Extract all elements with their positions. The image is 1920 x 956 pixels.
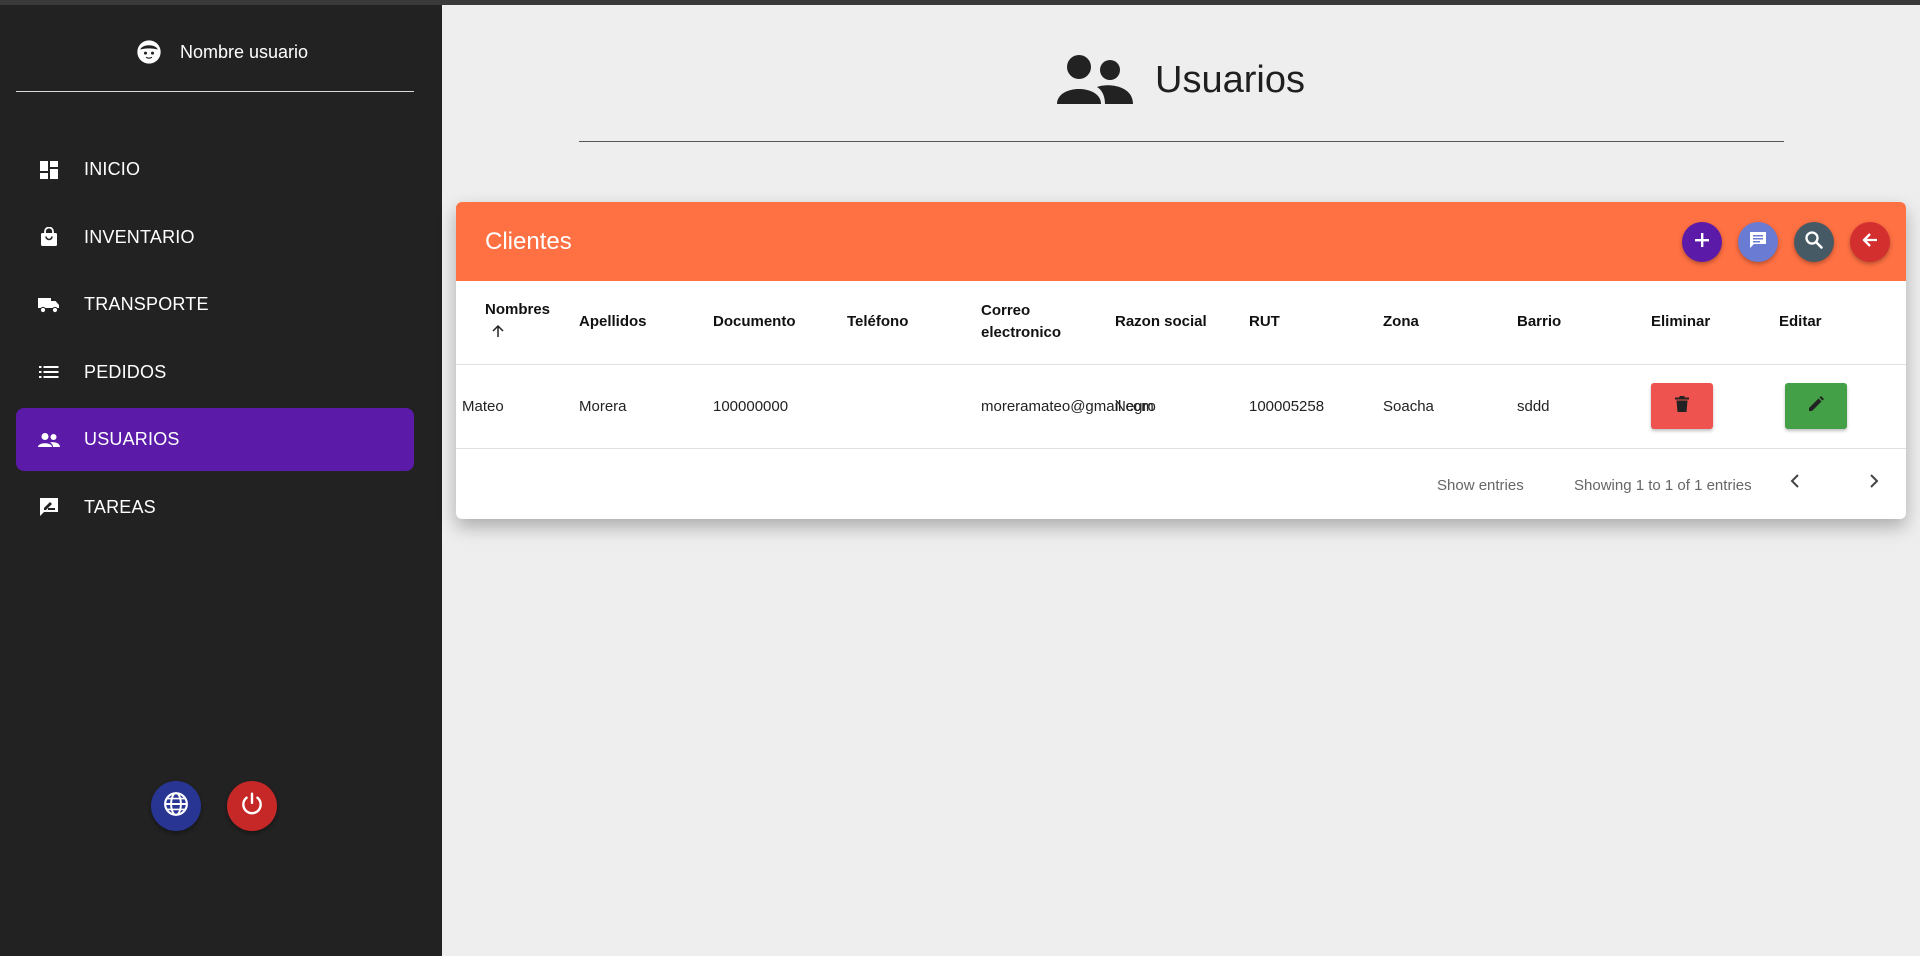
- show-entries-label[interactable]: Show entries: [1437, 477, 1524, 494]
- people-icon: [38, 429, 60, 451]
- sidebar-item-tareas[interactable]: TAREAS: [16, 476, 414, 539]
- cell-documento: 100000000: [713, 397, 789, 415]
- sidebar-item-pedidos[interactable]: PEDIDOS: [16, 341, 414, 404]
- table-footer: Show entries Showing 1 to 1 of 1 entries: [456, 449, 1906, 519]
- language-button[interactable]: [151, 781, 201, 831]
- column-header-telefono[interactable]: Teléfono: [839, 281, 973, 364]
- page-header: Usuarios: [442, 45, 1920, 115]
- cell-zona: Soacha: [1383, 397, 1434, 415]
- message-button[interactable]: [1738, 222, 1778, 262]
- add-icon: [1694, 232, 1710, 253]
- sidebar-divider: [16, 91, 414, 92]
- arrow-upward-icon: [491, 323, 563, 345]
- truck-icon: [38, 294, 60, 316]
- chevron-right-icon: [1868, 473, 1880, 494]
- header-divider: [579, 141, 1784, 142]
- cell-apellidos: Morera: [579, 397, 627, 415]
- trash-icon: [1675, 396, 1689, 416]
- username-label: Nombre usuario: [179, 41, 309, 62]
- list-icon: [38, 361, 60, 383]
- chevron-left-icon: [1789, 473, 1801, 494]
- column-header-apellidos[interactable]: Apellidos: [571, 281, 705, 364]
- sidebar-nav: INICIO INVENTARIO TRANSPORTE PEDIDOS USU…: [16, 138, 414, 543]
- cell-barrio: sddd: [1517, 397, 1550, 415]
- sidebar-item-label: INICIO: [84, 159, 141, 179]
- card-header: Clientes: [456, 202, 1906, 281]
- dashboard-icon: [38, 159, 60, 181]
- chat-icon: [1748, 230, 1768, 255]
- sidebar-item-label: USUARIOS: [84, 429, 180, 449]
- cell-correo: moreramateo@gmail.com: [981, 397, 1154, 415]
- sidebar-item-transporte[interactable]: TRANSPORTE: [16, 273, 414, 336]
- table-header-row: Nombres Apellidos Documento Teléfono Cor…: [456, 281, 1906, 364]
- people-icon: [1057, 53, 1134, 107]
- column-header-zona[interactable]: Zona: [1375, 281, 1509, 364]
- rate-review-icon: [38, 496, 60, 518]
- cell-rut: 100005258: [1249, 397, 1325, 415]
- clients-card: Clientes Nombres Apellidos Documento Tel…: [456, 202, 1906, 519]
- sidebar-item-usuarios[interactable]: USUARIOS: [16, 408, 414, 471]
- column-header-nombres[interactable]: Nombres: [456, 281, 571, 364]
- shopping-bag-icon: [38, 226, 60, 248]
- column-header-eliminar: Eliminar: [1651, 313, 1711, 331]
- next-page-button[interactable]: [1861, 471, 1887, 497]
- cell-telefono: [839, 364, 973, 448]
- column-header-razon-social[interactable]: Razon social: [1107, 281, 1241, 364]
- power-icon: [239, 791, 265, 822]
- sidebar-item-label: TAREAS: [84, 496, 156, 517]
- card-actions: [1682, 222, 1890, 262]
- column-header-rut[interactable]: RUT: [1241, 281, 1375, 364]
- column-header-documento[interactable]: Documento: [705, 281, 839, 364]
- sidebar: Nombre usuario INICIO INVENTARIO TRANSPO…: [0, 5, 442, 956]
- column-header-label: Nombres: [485, 301, 551, 319]
- table-row: Mateo Morera 100000000 moreramateo@gmail…: [456, 364, 1906, 448]
- sidebar-bottom-actions: [151, 781, 277, 831]
- sidebar-item-label: PEDIDOS: [84, 361, 167, 382]
- add-button[interactable]: [1682, 222, 1722, 262]
- card-title: Clientes: [485, 227, 572, 255]
- entries-count-label: Showing 1 to 1 of 1 entries: [1574, 476, 1752, 494]
- column-header-correo[interactable]: Correo electronico: [973, 281, 1107, 364]
- sidebar-item-label: TRANSPORTE: [84, 294, 209, 314]
- cell-nombres: Mateo: [462, 397, 504, 415]
- cell-eliminar: [1643, 364, 1771, 448]
- user-profile[interactable]: Nombre usuario: [0, 31, 442, 73]
- edit-button[interactable]: [1785, 383, 1847, 429]
- logout-button[interactable]: [227, 781, 277, 831]
- face-icon: [134, 37, 164, 67]
- sidebar-item-label: INVENTARIO: [84, 226, 195, 247]
- cell-razon-social: Negro: [1115, 397, 1156, 415]
- main-content: Usuarios Clientes Nombres Apellidos Docu…: [442, 5, 1920, 956]
- sidebar-item-inventario[interactable]: INVENTARIO: [16, 206, 414, 269]
- page-title: Usuarios: [1155, 58, 1305, 101]
- globe-icon: [163, 791, 189, 822]
- delete-button[interactable]: [1651, 383, 1713, 429]
- back-button[interactable]: [1850, 222, 1890, 262]
- search-icon: [1804, 230, 1824, 255]
- column-header-barrio[interactable]: Barrio: [1509, 281, 1643, 364]
- cell-editar: [1771, 364, 1906, 448]
- arrow-back-icon: [1861, 231, 1879, 254]
- previous-page-button[interactable]: [1782, 471, 1808, 497]
- column-header-editar: Editar: [1779, 313, 1822, 331]
- pencil-icon: [1808, 396, 1824, 416]
- clients-table: Nombres Apellidos Documento Teléfono Cor…: [456, 281, 1906, 449]
- search-button[interactable]: [1794, 222, 1834, 262]
- sidebar-item-inicio[interactable]: INICIO: [16, 138, 414, 201]
